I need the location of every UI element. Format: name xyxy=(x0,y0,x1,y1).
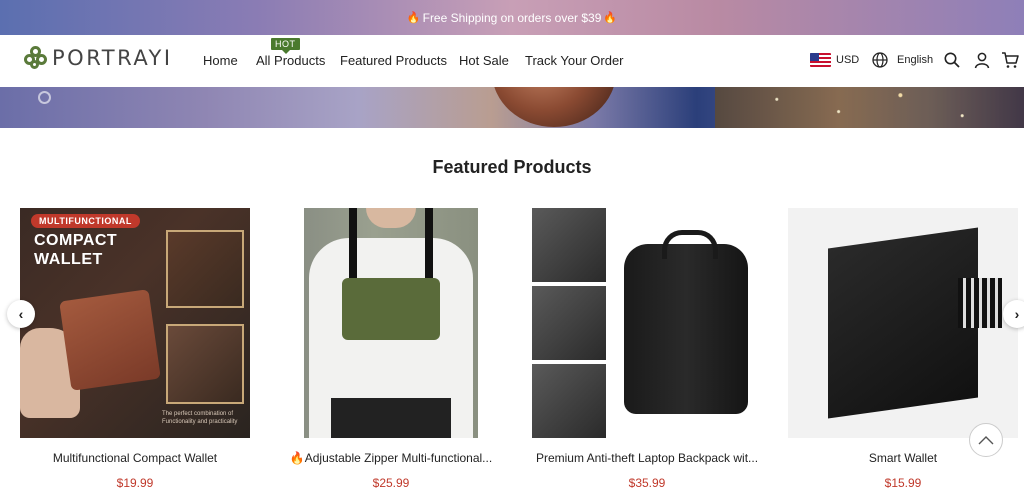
image-caption: The perfect combination of Functionality… xyxy=(162,411,238,425)
inset-image xyxy=(166,230,244,308)
product-price: $35.99 xyxy=(628,476,666,490)
search-icon[interactable] xyxy=(943,51,961,69)
thumbnail-image xyxy=(532,286,606,360)
product-image[interactable]: MULTIFUNCTIONAL COMPACT WALLET The perfe… xyxy=(20,208,250,438)
carousel-dot[interactable] xyxy=(38,91,51,104)
hero-ornament xyxy=(492,87,616,127)
cart-icon[interactable] xyxy=(1001,51,1019,69)
smart-wallet-image xyxy=(828,227,978,419)
wallet-image xyxy=(59,289,161,391)
flame-icon: 🔥 xyxy=(603,12,618,24)
hot-badge: HOT xyxy=(271,38,300,54)
chevron-left-icon: ‹ xyxy=(18,306,24,322)
nav-all-products[interactable]: All Products xyxy=(256,53,325,68)
chest-bag-image xyxy=(342,278,440,340)
product-image[interactable] xyxy=(532,208,762,438)
flame-icon: 🔥 xyxy=(406,12,421,24)
product-price: $25.99 xyxy=(372,476,410,490)
product-name[interactable]: 🔥Adjustable Zipper Multi-functional... xyxy=(276,451,506,465)
carousel-prev-button[interactable]: ‹ xyxy=(7,300,35,328)
site-header: PORTRAYI HOT Home All Products Featured … xyxy=(0,35,1024,87)
product-price: $15.99 xyxy=(884,476,922,490)
product-price: $19.99 xyxy=(116,476,154,490)
product-image[interactable] xyxy=(304,208,478,438)
hero-sparkle-image xyxy=(715,87,1024,128)
nav-featured-products[interactable]: Featured Products xyxy=(340,53,447,68)
product-card[interactable]: MULTIFUNCTIONAL COMPACT WALLET The perfe… xyxy=(20,208,250,490)
section-title: Featured Products xyxy=(432,157,592,177)
language-selector[interactable]: English xyxy=(897,54,933,66)
product-image[interactable] xyxy=(788,208,1018,438)
chevron-right-icon: › xyxy=(1014,306,1020,322)
product-name[interactable]: Premium Anti-theft Laptop Backpack wit..… xyxy=(517,451,777,465)
product-card[interactable]: 🔥Adjustable Zipper Multi-functional... $… xyxy=(290,208,492,490)
hero-banner[interactable] xyxy=(0,87,1024,128)
inset-image xyxy=(166,324,244,404)
thumbnail-image xyxy=(532,208,606,282)
thumbnail-image xyxy=(532,364,606,438)
image-headline: COMPACT WALLET xyxy=(34,232,118,268)
nav-home[interactable]: Home xyxy=(203,53,238,68)
carousel-next-button[interactable]: › xyxy=(1003,300,1024,328)
nav-hot-sale[interactable]: Hot Sale xyxy=(459,53,509,68)
account-icon[interactable] xyxy=(973,51,991,69)
globe-icon[interactable] xyxy=(871,51,889,69)
back-to-top-button[interactable] xyxy=(969,423,1003,457)
chevron-up-icon xyxy=(978,436,994,445)
product-card[interactable]: Premium Anti-theft Laptop Backpack wit..… xyxy=(532,208,762,490)
announcement-bar: 🔥 Free Shipping on orders over $39 🔥 xyxy=(0,0,1024,35)
announcement-text: Free Shipping on orders over $39 xyxy=(422,10,602,25)
flame-icon: 🔥 xyxy=(289,451,305,465)
us-flag-icon[interactable] xyxy=(810,53,831,67)
image-tag: MULTIFUNCTIONAL xyxy=(31,214,140,228)
currency-selector[interactable]: USD xyxy=(836,54,859,66)
backpack-image xyxy=(624,230,748,414)
nav-track-order[interactable]: Track Your Order xyxy=(525,53,624,68)
product-name[interactable]: Multifunctional Compact Wallet xyxy=(5,451,265,465)
